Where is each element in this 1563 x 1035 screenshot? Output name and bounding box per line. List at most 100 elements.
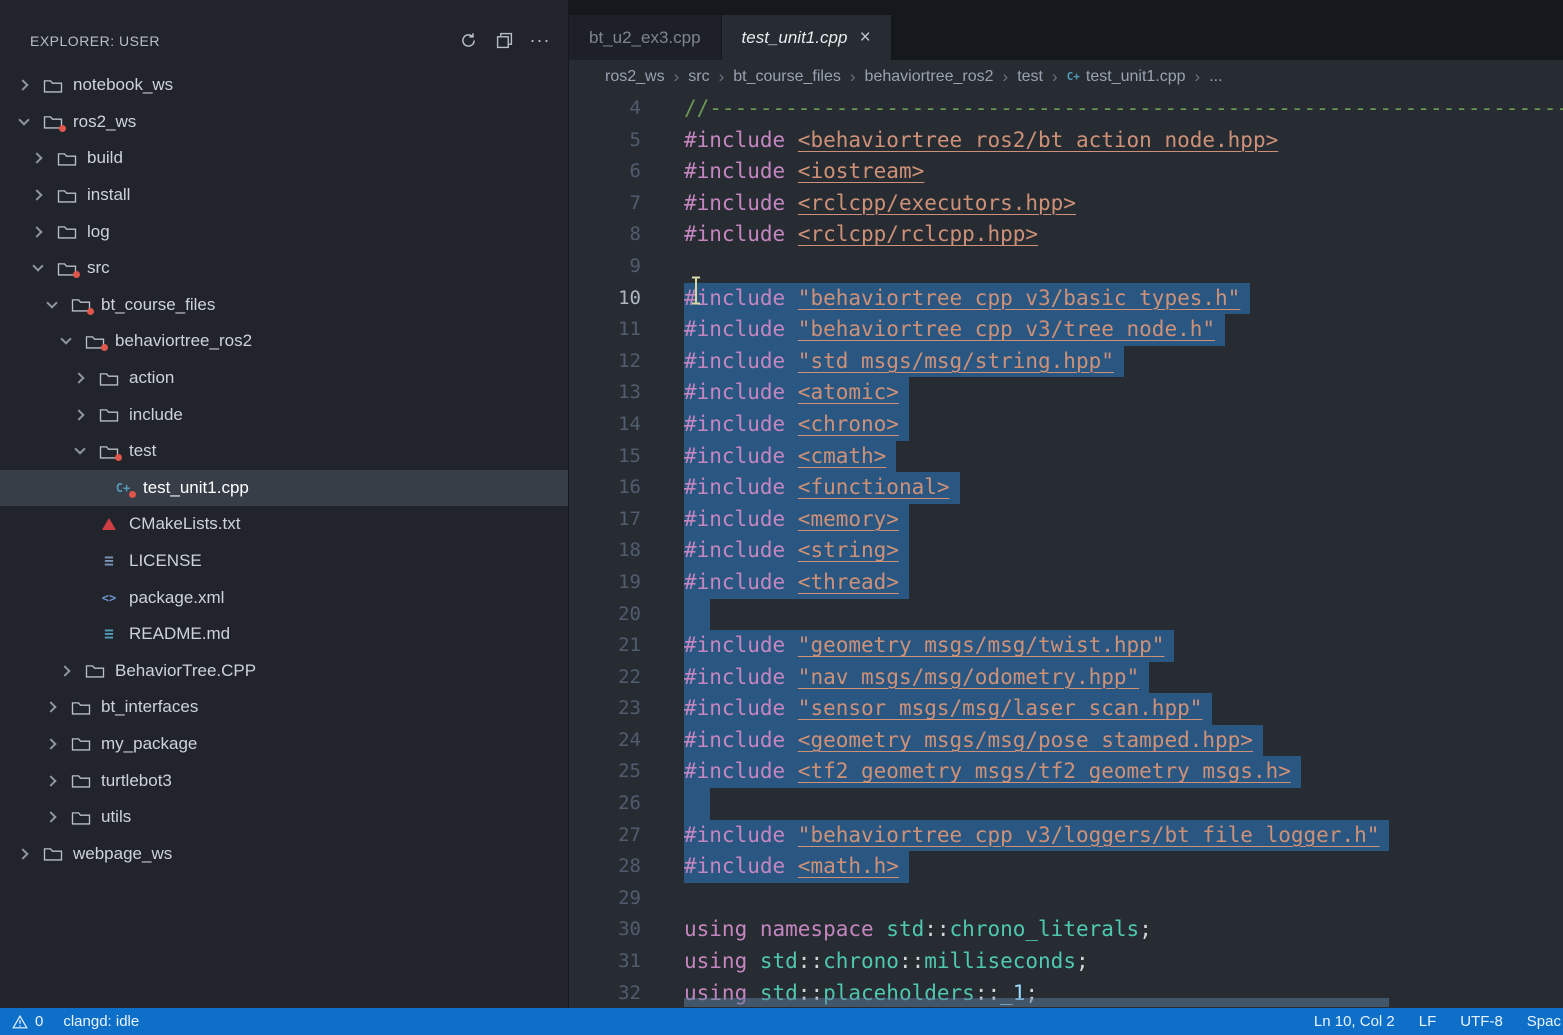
eol-indicator[interactable]: LF — [1419, 1013, 1437, 1030]
tree-item-action[interactable]: action — [0, 360, 568, 397]
code-line[interactable]: 28#include <math.h> — [569, 851, 1563, 883]
tree-item-bt-interfaces[interactable]: bt_interfaces — [0, 689, 568, 726]
tree-item-license[interactable]: ≡LICENSE — [0, 543, 568, 580]
tree-item-notebook-ws[interactable]: notebook_ws — [0, 67, 568, 104]
line-number[interactable]: 20 — [569, 599, 641, 631]
line-number[interactable]: 9 — [569, 251, 641, 283]
breadcrumb-item-test[interactable]: test — [1017, 68, 1043, 86]
breadcrumb-item-test-unit1-cpp[interactable]: C+test_unit1.cpp — [1067, 68, 1186, 86]
line-number[interactable]: 18 — [569, 535, 641, 567]
close-icon[interactable]: × — [859, 28, 870, 47]
code-line[interactable]: 23#include "sensor_msgs/msg/laser_scan.h… — [569, 693, 1563, 725]
indentation-indicator[interactable]: Spac — [1527, 1013, 1561, 1030]
code-line[interactable]: 27#include "behaviortree_cpp_v3/loggers/… — [569, 820, 1563, 852]
line-number[interactable]: 4 — [569, 93, 641, 125]
tree-item-behaviortree-cpp[interactable]: BehaviorTree.CPP — [0, 653, 568, 690]
breadcrumb-item-behaviortree-ros2[interactable]: behaviortree_ros2 — [865, 68, 994, 86]
code-line[interactable]: 15#include <cmath> — [569, 441, 1563, 473]
code-line[interactable]: 10#include "behaviortree_cpp_v3/basic_ty… — [569, 283, 1563, 315]
code-line[interactable]: 14#include <chrono> — [569, 409, 1563, 441]
code-line[interactable]: 26 — [569, 788, 1563, 820]
horizontal-scrollbar[interactable] — [684, 998, 1389, 1007]
code-line[interactable]: 21#include "geometry_msgs/msg/twist.hpp" — [569, 630, 1563, 662]
code-line[interactable]: 24#include <geometry_msgs/msg/pose_stamp… — [569, 725, 1563, 757]
breadcrumb-item-ros2-ws[interactable]: ros2_ws — [605, 68, 665, 86]
clangd-status[interactable]: clangd: idle — [63, 1013, 139, 1030]
line-number[interactable]: 13 — [569, 377, 641, 409]
encoding-indicator[interactable]: UTF-8 — [1460, 1013, 1503, 1030]
tree-item-my-package[interactable]: my_package — [0, 726, 568, 763]
tab-bt-u2-ex3-cpp[interactable]: bt_u2_ex3.cpp — [569, 15, 722, 60]
code-line[interactable]: 20 — [569, 599, 1563, 631]
code-line[interactable]: 31using std::chrono::milliseconds; — [569, 946, 1563, 978]
collapse-folders-icon[interactable] — [494, 31, 514, 51]
line-number[interactable]: 23 — [569, 693, 641, 725]
code-line[interactable]: 25#include <tf2_geometry_msgs/tf2_geomet… — [569, 756, 1563, 788]
line-number[interactable]: 5 — [569, 125, 641, 157]
tree-item-cmakelists-txt[interactable]: CMakeLists.txt — [0, 506, 568, 543]
code-line[interactable]: 12#include "std_msgs/msg/string.hpp" — [569, 346, 1563, 378]
code-line[interactable]: 5#include <behaviortree_ros2/bt_action_n… — [569, 125, 1563, 157]
line-number[interactable]: 28 — [569, 851, 641, 883]
cursor-position[interactable]: Ln 10, Col 2 — [1314, 1013, 1395, 1030]
tree-item-log[interactable]: log — [0, 213, 568, 250]
tree-item-utils[interactable]: utils — [0, 799, 568, 836]
tree-item-include[interactable]: include — [0, 396, 568, 433]
line-number[interactable]: 16 — [569, 472, 641, 504]
tree-item-src[interactable]: src — [0, 250, 568, 287]
code-line[interactable]: 18#include <string> — [569, 535, 1563, 567]
line-number[interactable]: 30 — [569, 914, 641, 946]
line-number[interactable]: 14 — [569, 409, 641, 441]
breadcrumb-item-[interactable]: ... — [1209, 68, 1222, 86]
line-number[interactable]: 31 — [569, 946, 641, 978]
tree-item-bt-course-files[interactable]: bt_course_files — [0, 287, 568, 324]
line-number[interactable]: 26 — [569, 788, 641, 820]
code-line[interactable]: 30using namespace std::chrono_literals; — [569, 914, 1563, 946]
line-number[interactable]: 29 — [569, 883, 641, 915]
code-line[interactable]: 19#include <thread> — [569, 567, 1563, 599]
line-number[interactable]: 8 — [569, 219, 641, 251]
line-number[interactable]: 19 — [569, 567, 641, 599]
tree-item-install[interactable]: install — [0, 177, 568, 214]
tab-test-unit1-cpp[interactable]: test_unit1.cpp× — [722, 15, 892, 60]
line-number[interactable]: 7 — [569, 188, 641, 220]
code-line[interactable]: 13#include <atomic> — [569, 377, 1563, 409]
line-number[interactable]: 15 — [569, 441, 641, 473]
line-number[interactable]: 6 — [569, 156, 641, 188]
line-number[interactable]: 32 — [569, 978, 641, 1008]
tree-item-readme-md[interactable]: ≡README.md — [0, 616, 568, 653]
line-number[interactable]: 17 — [569, 504, 641, 536]
code-line[interactable]: 16#include <functional> — [569, 472, 1563, 504]
line-number[interactable]: 22 — [569, 662, 641, 694]
tree-item-ros2-ws[interactable]: ros2_ws — [0, 104, 568, 141]
refresh-icon[interactable] — [458, 31, 478, 51]
code-line[interactable]: 17#include <memory> — [569, 504, 1563, 536]
line-number[interactable]: 11 — [569, 314, 641, 346]
code-line[interactable]: 22#include "nav_msgs/msg/odometry.hpp" — [569, 662, 1563, 694]
more-actions-icon[interactable]: ··· — [530, 31, 550, 51]
line-number[interactable]: 27 — [569, 820, 641, 852]
line-number[interactable]: 12 — [569, 346, 641, 378]
code-line[interactable]: 7#include <rclcpp/executors.hpp> — [569, 188, 1563, 220]
tree-item-test-unit1-cpp[interactable]: C+test_unit1.cpp — [0, 470, 568, 507]
code-line[interactable]: 4//-------------------------------------… — [569, 93, 1563, 125]
line-number[interactable]: 21 — [569, 630, 641, 662]
tree-item-test[interactable]: test — [0, 433, 568, 470]
line-number[interactable]: 24 — [569, 725, 641, 757]
line-number[interactable]: 10 — [569, 283, 641, 315]
code-line[interactable]: 29 — [569, 883, 1563, 915]
tree-item-behaviortree-ros2[interactable]: behaviortree_ros2 — [0, 323, 568, 360]
tree-item-turtlebot3[interactable]: turtlebot3 — [0, 762, 568, 799]
breadcrumb-item-bt-course-files[interactable]: bt_course_files — [733, 68, 841, 86]
breadcrumb-item-src[interactable]: src — [688, 68, 709, 86]
code-line[interactable]: 6#include <iostream> — [569, 156, 1563, 188]
line-number[interactable]: 25 — [569, 756, 641, 788]
problems-indicator[interactable]: 0 — [12, 1013, 43, 1030]
code-line[interactable]: 8#include <rclcpp/rclcpp.hpp> — [569, 219, 1563, 251]
tree-item-package-xml[interactable]: <>package.xml — [0, 579, 568, 616]
code-line[interactable]: 9 — [569, 251, 1563, 283]
tree-item-webpage-ws[interactable]: webpage_ws — [0, 835, 568, 872]
tree-item-build[interactable]: build — [0, 140, 568, 177]
code-area[interactable]: 4//-------------------------------------… — [569, 93, 1563, 1008]
code-line[interactable]: 11#include "behaviortree_cpp_v3/tree_nod… — [569, 314, 1563, 346]
